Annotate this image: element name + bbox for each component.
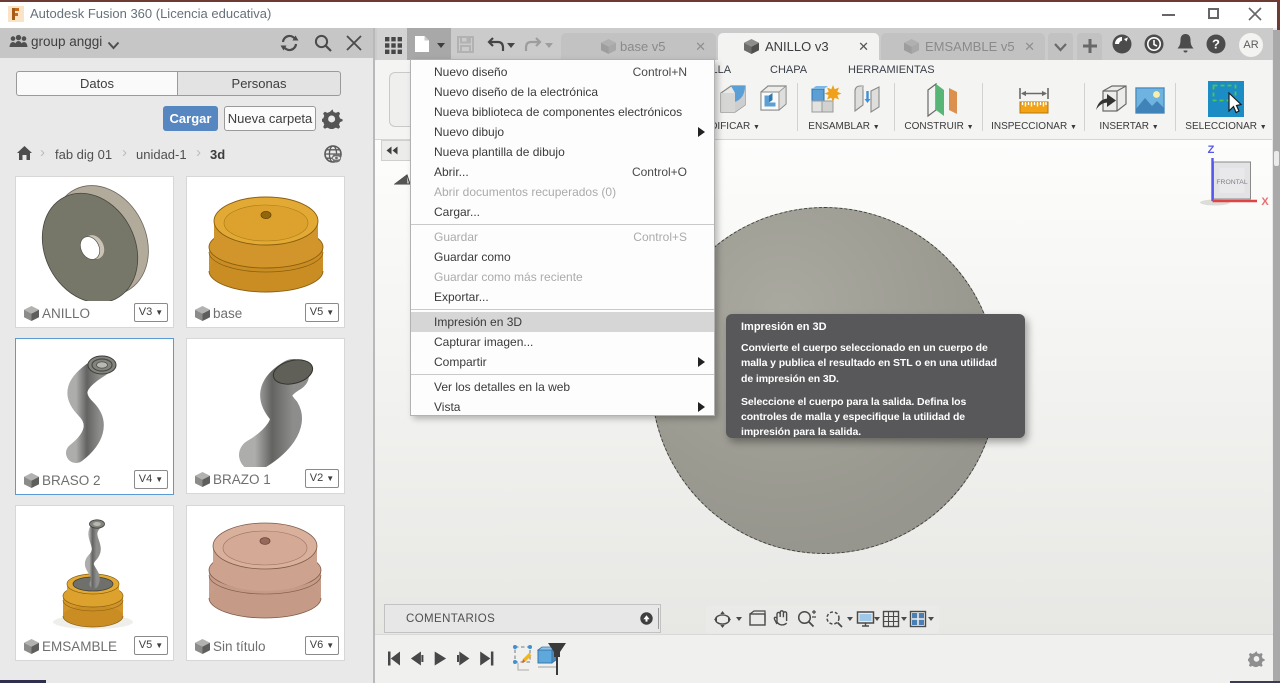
svg-text:Z: Z (1208, 144, 1215, 156)
svg-text:X: X (1261, 196, 1269, 208)
svg-text:?: ? (1212, 37, 1220, 52)
svg-text:FRONTAL: FRONTAL (1216, 179, 1247, 186)
